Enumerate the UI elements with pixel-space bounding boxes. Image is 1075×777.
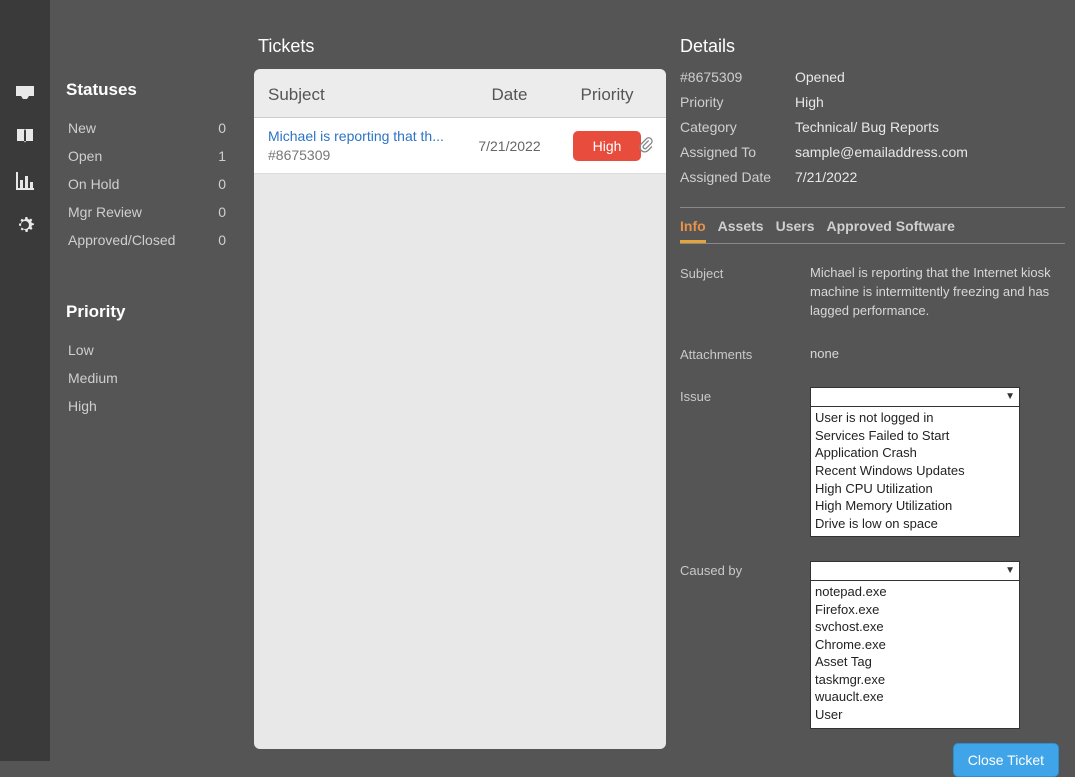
book-icon[interactable] bbox=[12, 124, 38, 150]
col-subject[interactable]: Subject bbox=[268, 85, 457, 105]
info-attach-label: Attachments bbox=[680, 345, 810, 364]
info-causedby-label: Caused by bbox=[680, 561, 810, 728]
meta-assigneddate-value: 7/21/2022 bbox=[795, 169, 1065, 185]
priority-label: Low bbox=[68, 342, 94, 358]
issue-option[interactable]: User is not logged in bbox=[815, 409, 1015, 427]
icon-rail bbox=[0, 0, 50, 761]
date-cell: 7/21/2022 bbox=[457, 138, 562, 154]
causedby-dropdown[interactable]: notepad.exe Firefox.exe svchost.exe Chro… bbox=[810, 561, 1020, 728]
bar-chart-icon[interactable] bbox=[12, 168, 38, 194]
priority-badge: High bbox=[573, 131, 642, 161]
tab-users[interactable]: Users bbox=[776, 218, 815, 243]
meta-assignedto-value: sample@emailaddress.com bbox=[795, 144, 1065, 160]
status-count: 0 bbox=[218, 176, 226, 192]
info-subject-label: Subject bbox=[680, 264, 810, 321]
info-grid: Subject Michael is reporting that the In… bbox=[680, 264, 1065, 729]
meta-priority-label: Priority bbox=[680, 94, 795, 110]
filters-sidebar: Statuses New 0 Open 1 On Hold 0 Mgr Revi… bbox=[50, 0, 240, 761]
status-label: New bbox=[68, 120, 96, 136]
issue-option[interactable]: Drive is low on space bbox=[815, 515, 1015, 533]
tickets-box: Subject Date Priority Michael is reporti… bbox=[254, 69, 666, 749]
priority-cell: High bbox=[562, 131, 652, 161]
ticket-number: #8675309 bbox=[268, 147, 457, 163]
status-count: 0 bbox=[218, 204, 226, 220]
status-label: On Hold bbox=[68, 176, 119, 192]
priority-label: High bbox=[68, 398, 97, 414]
causedby-option[interactable]: notepad.exe bbox=[815, 583, 1015, 601]
statuses-heading: Statuses bbox=[66, 80, 228, 100]
issue-dropdown[interactable]: User is not logged in Services Failed to… bbox=[810, 387, 1020, 537]
issue-option[interactable]: Services Failed to Start bbox=[815, 427, 1015, 445]
causedby-option[interactable]: Firefox.exe bbox=[815, 601, 1015, 619]
meta-status: Opened bbox=[795, 69, 1065, 85]
priority-row-medium[interactable]: Medium bbox=[66, 364, 228, 392]
status-row-onhold[interactable]: On Hold 0 bbox=[66, 170, 228, 198]
meta-category-value: Technical/ Bug Reports bbox=[795, 119, 1065, 135]
meta-priority-value: High bbox=[795, 94, 1065, 110]
causedby-option[interactable]: User bbox=[815, 706, 1015, 724]
col-date[interactable]: Date bbox=[457, 85, 562, 105]
causedby-option[interactable]: taskmgr.exe bbox=[815, 671, 1015, 689]
info-issue-label: Issue bbox=[680, 387, 810, 537]
issue-option[interactable]: High CPU Utilization bbox=[815, 480, 1015, 498]
status-count: 0 bbox=[218, 120, 226, 136]
detail-tabs: Info Assets Users Approved Software bbox=[680, 218, 1065, 244]
subject-link[interactable]: Michael is reporting that th... bbox=[268, 128, 457, 144]
details-column: Details #8675309 Opened Priority High Ca… bbox=[680, 0, 1075, 761]
meta-assigneddate-label: Assigned Date bbox=[680, 169, 795, 185]
priority-label: Medium bbox=[68, 370, 118, 386]
issue-option[interactable]: High Memory Utilization bbox=[815, 497, 1015, 515]
subject-cell: Michael is reporting that th... #8675309 bbox=[268, 128, 457, 163]
meta-assignedto-label: Assigned To bbox=[680, 144, 795, 160]
meta-grid: #8675309 Opened Priority High Category T… bbox=[680, 69, 1065, 185]
priority-heading: Priority bbox=[66, 302, 228, 322]
tab-assets[interactable]: Assets bbox=[718, 218, 764, 243]
info-subject-value: Michael is reporting that the Internet k… bbox=[810, 264, 1065, 321]
causedby-option[interactable]: wuauclt.exe bbox=[815, 688, 1015, 706]
issue-option[interactable]: Application Crash bbox=[815, 444, 1015, 462]
tab-approved[interactable]: Approved Software bbox=[827, 218, 955, 243]
issue-option[interactable]: Recent Windows Updates bbox=[815, 462, 1015, 480]
status-row-mgr[interactable]: Mgr Review 0 bbox=[66, 198, 228, 226]
tab-info[interactable]: Info bbox=[680, 218, 706, 243]
issue-dropdown-list[interactable]: User is not logged in Services Failed to… bbox=[810, 407, 1020, 537]
table-row[interactable]: Michael is reporting that th... #8675309… bbox=[254, 118, 666, 174]
status-label: Approved/Closed bbox=[68, 232, 175, 248]
ticket-header-row: Subject Date Priority bbox=[254, 73, 666, 118]
status-row-closed[interactable]: Approved/Closed 0 bbox=[66, 226, 228, 254]
tickets-heading: Tickets bbox=[254, 36, 666, 57]
meta-category-label: Category bbox=[680, 119, 795, 135]
col-priority[interactable]: Priority bbox=[562, 85, 652, 105]
gear-icon[interactable] bbox=[12, 212, 38, 238]
priority-row-low[interactable]: Low bbox=[66, 336, 228, 364]
meta-ticket-no: #8675309 bbox=[680, 69, 795, 85]
info-attach-value: none bbox=[810, 345, 1065, 364]
separator bbox=[680, 207, 1065, 208]
attachment-icon[interactable] bbox=[638, 136, 654, 155]
details-heading: Details bbox=[680, 36, 1065, 57]
causedby-dropdown-list[interactable]: notepad.exe Firefox.exe svchost.exe Chro… bbox=[810, 581, 1020, 728]
inbox-icon[interactable] bbox=[12, 80, 38, 106]
status-count: 0 bbox=[218, 232, 226, 248]
causedby-dropdown-select[interactable] bbox=[810, 561, 1020, 581]
close-ticket-row: Close Ticket bbox=[680, 743, 1065, 777]
causedby-option[interactable]: Asset Tag bbox=[815, 653, 1015, 671]
status-row-new[interactable]: New 0 bbox=[66, 114, 228, 142]
status-label: Open bbox=[68, 148, 102, 164]
causedby-option[interactable]: Chrome.exe bbox=[815, 636, 1015, 654]
status-count: 1 bbox=[218, 148, 226, 164]
issue-dropdown-select[interactable] bbox=[810, 387, 1020, 407]
status-row-open[interactable]: Open 1 bbox=[66, 142, 228, 170]
tickets-column: Tickets Subject Date Priority Michael is… bbox=[240, 0, 680, 761]
status-label: Mgr Review bbox=[68, 204, 142, 220]
priority-row-high[interactable]: High bbox=[66, 392, 228, 420]
causedby-option[interactable]: svchost.exe bbox=[815, 618, 1015, 636]
close-ticket-button[interactable]: Close Ticket bbox=[953, 743, 1059, 777]
